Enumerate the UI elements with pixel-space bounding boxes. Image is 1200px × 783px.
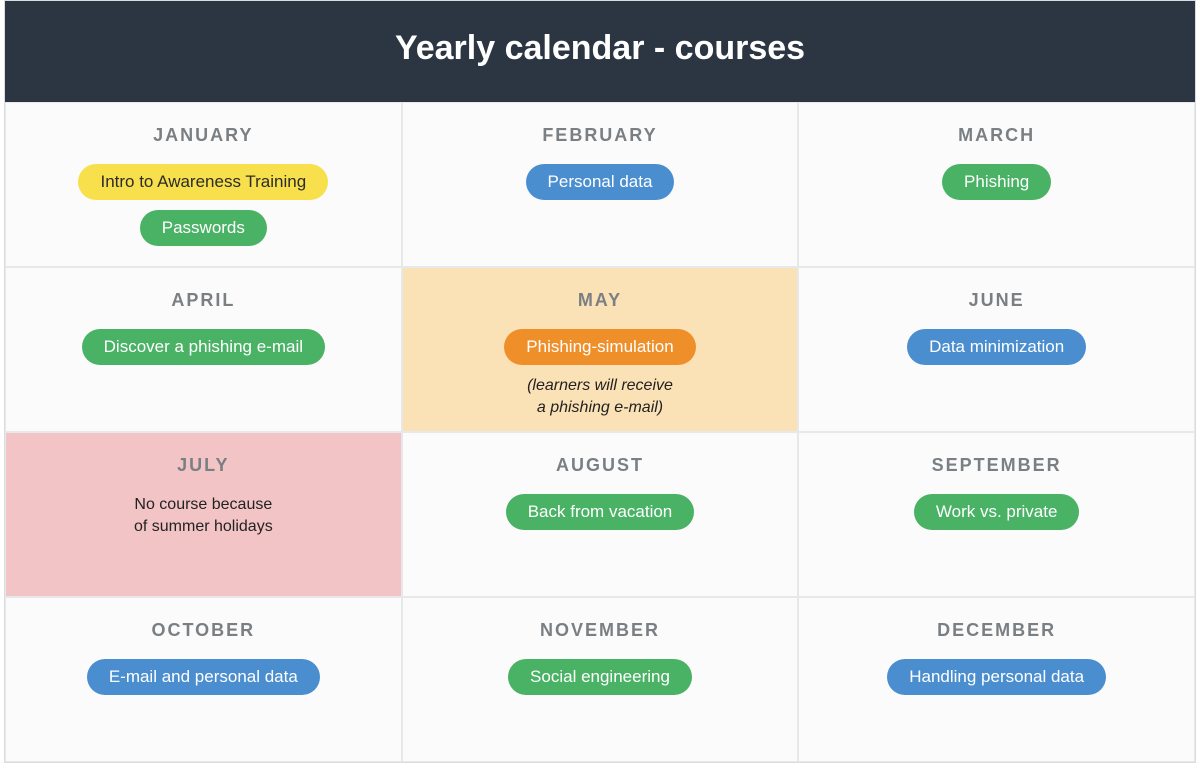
month-cell-october: OCTOBER E-mail and personal data: [5, 597, 402, 762]
course-pill[interactable]: Phishing: [942, 164, 1051, 200]
month-label: MAY: [578, 290, 622, 311]
course-pill[interactable]: Data minimization: [907, 329, 1086, 365]
month-note: (learners will receivea phishing e-mail): [527, 375, 673, 418]
month-cell-september: SEPTEMBER Work vs. private: [798, 432, 1195, 597]
month-cell-november: NOVEMBER Social engineering: [402, 597, 799, 762]
course-pill[interactable]: Passwords: [140, 210, 267, 246]
month-label: MARCH: [958, 125, 1035, 146]
course-pill[interactable]: Work vs. private: [914, 494, 1080, 530]
course-pill[interactable]: Personal data: [526, 164, 675, 200]
course-pill[interactable]: Intro to Awareness Training: [78, 164, 328, 200]
month-cell-june: JUNE Data minimization: [798, 267, 1195, 432]
month-cell-july: JULY No course becauseof summer holidays: [5, 432, 402, 597]
course-pill[interactable]: Back from vacation: [506, 494, 695, 530]
month-label: JANUARY: [153, 125, 253, 146]
page-title: Yearly calendar - courses: [5, 1, 1195, 102]
month-label: JULY: [177, 455, 229, 476]
month-label: DECEMBER: [937, 620, 1056, 641]
month-label: SEPTEMBER: [932, 455, 1062, 476]
calendar-grid: JANUARY Intro to Awareness Training Passwo…: [5, 102, 1195, 762]
calendar-frame: Yearly calendar - courses JANUARY Intro t…: [4, 0, 1196, 763]
month-cell-march: MARCH Phishing: [798, 102, 1195, 267]
month-note: No course becauseof summer holidays: [134, 494, 273, 537]
course-pill[interactable]: Discover a phishing e-mail: [82, 329, 325, 365]
month-cell-april: APRIL Discover a phishing e-mail: [5, 267, 402, 432]
month-cell-may: MAY Phishing-simulation (learners will rec…: [402, 267, 799, 432]
month-cell-august: AUGUST Back from vacation: [402, 432, 799, 597]
month-label: NOVEMBER: [540, 620, 660, 641]
course-pill[interactable]: Phishing-simulation: [504, 329, 695, 365]
month-cell-december: DECEMBER Handling personal data: [798, 597, 1195, 762]
month-label: FEBRUARY: [542, 125, 657, 146]
course-pill[interactable]: E-mail and personal data: [87, 659, 320, 695]
month-cell-january: JANUARY Intro to Awareness Training Passwo…: [5, 102, 402, 267]
course-pill[interactable]: Social engineering: [508, 659, 692, 695]
course-pill[interactable]: Handling personal data: [887, 659, 1106, 695]
month-cell-february: FEBRUARY Personal data: [402, 102, 799, 267]
month-label: AUGUST: [556, 455, 644, 476]
month-label: OCTOBER: [151, 620, 255, 641]
month-label: APRIL: [171, 290, 235, 311]
month-label: JUNE: [969, 290, 1025, 311]
